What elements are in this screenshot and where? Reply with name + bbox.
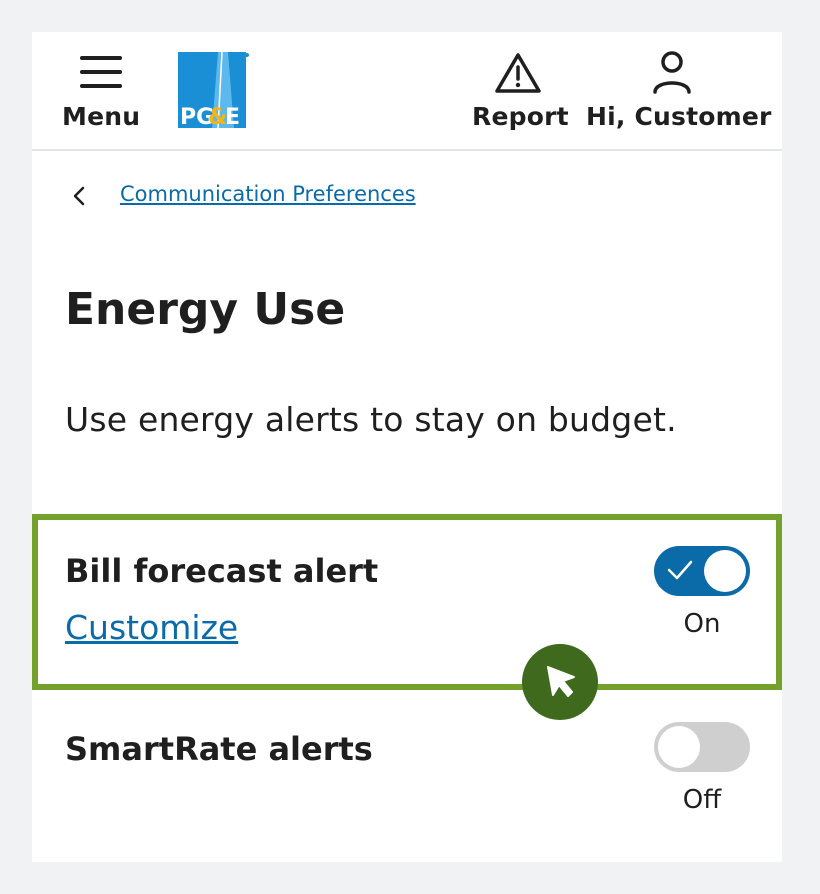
cursor-badge xyxy=(522,644,598,720)
page-description: Use energy alerts to stay on budget. xyxy=(65,400,677,439)
page-card: Menu PG & E Report Hi, Customer Communic… xyxy=(32,32,782,862)
smartrate-state: Off xyxy=(682,785,722,815)
account-button[interactable]: Hi, Customer xyxy=(586,32,772,149)
page-title: Energy Use xyxy=(65,284,346,335)
hamburger-icon xyxy=(80,56,122,88)
bill-forecast-state: On xyxy=(683,609,721,639)
customize-link[interactable]: Customize xyxy=(65,608,238,647)
toggle-knob xyxy=(704,550,746,592)
pge-logo[interactable]: PG & E xyxy=(178,51,250,130)
bill-forecast-title: Bill forecast alert xyxy=(65,552,379,590)
smartrate-title: SmartRate alerts xyxy=(65,730,373,768)
cursor-icon xyxy=(547,666,575,697)
toggle-knob xyxy=(658,726,700,768)
report-button[interactable]: Report xyxy=(472,32,569,149)
svg-text:E: E xyxy=(225,105,240,128)
bill-forecast-row: Bill forecast alert Customize On xyxy=(32,514,782,690)
chevron-left-icon[interactable] xyxy=(68,184,92,208)
user-icon xyxy=(652,50,692,94)
top-header: Menu PG & E Report Hi, Customer xyxy=(32,32,782,151)
check-icon xyxy=(667,560,693,580)
smartrate-toggle[interactable] xyxy=(654,722,750,772)
smartrate-row: SmartRate alerts Off xyxy=(32,690,782,862)
bill-forecast-toggle[interactable] xyxy=(654,546,750,596)
menu-button[interactable]: Menu xyxy=(62,32,140,149)
menu-label: Menu xyxy=(62,102,141,131)
account-label: Hi, Customer xyxy=(586,102,772,131)
warning-icon xyxy=(494,52,542,94)
breadcrumb-link[interactable]: Communication Preferences xyxy=(120,182,416,206)
report-label: Report xyxy=(472,102,569,131)
